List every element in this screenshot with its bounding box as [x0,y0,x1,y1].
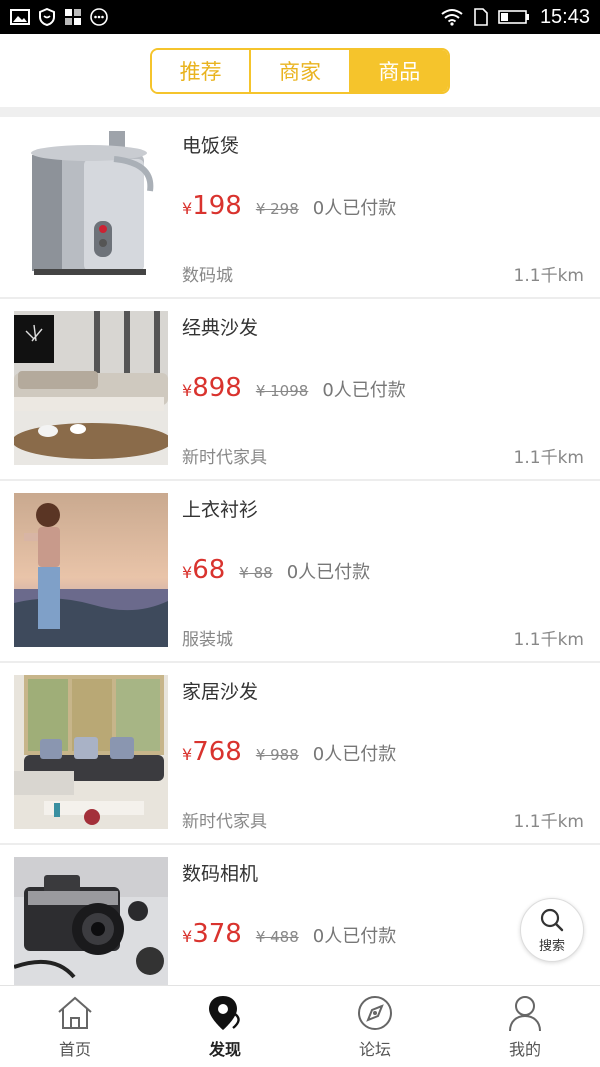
original-price: ¥ 298 [255,200,299,218]
product-price: 378 [192,919,242,949]
tab-home[interactable]: 首页 [0,986,150,1067]
product-name: 上衣衬衫 [182,499,259,521]
original-price: ¥ 88 [239,564,273,582]
tab-mine-label: 我的 [508,1039,541,1059]
paid-count: 0人已付款 [312,744,397,765]
product-item[interactable]: 数码相机 ¥ 378 ¥ 488 0人已付款 [0,845,600,985]
product-name: 经典沙发 [182,317,259,339]
currency-symbol: ¥ [182,199,193,218]
shield-icon [39,8,55,26]
product-price: 898 [192,373,242,403]
product-price: 198 [192,191,242,221]
paid-count: 0人已付款 [286,562,371,583]
tab-forum-label: 论坛 [358,1039,391,1059]
product-price: 68 [192,555,226,585]
shop-name: 新时代家具 [182,812,267,832]
tab-forum[interactable]: 论坛 [300,986,450,1067]
floating-search-button[interactable]: 搜索 [520,898,584,962]
more-icon [90,8,108,26]
segment-products[interactable]: 商品 [348,50,448,92]
currency-symbol: ¥ [182,745,193,764]
shop-name: 服装城 [182,630,233,650]
status-bar: 15:43 [0,0,600,34]
product-image [14,675,168,829]
original-price: ¥ 988 [255,746,299,764]
search-icon [540,908,564,931]
paid-count: 0人已付款 [312,198,397,219]
wifi-icon [441,9,463,26]
section-divider [0,107,600,117]
distance: 1.1千km [513,448,584,468]
product-name: 数码相机 [182,863,259,885]
product-name: 家居沙发 [182,681,259,703]
price-row: ¥ 68 ¥ 88 0人已付款 [182,555,370,585]
product-price: 768 [192,737,242,767]
status-time: 15:43 [539,5,590,28]
paid-count: 0人已付款 [322,380,406,401]
original-price: ¥ 1098 [255,382,309,400]
apps-icon [65,9,81,25]
currency-symbol: ¥ [182,563,193,582]
distance: 1.1千km [513,812,584,832]
product-item[interactable]: 电饭煲 ¥ 198 ¥ 298 0人已付款 数码城 1.1千km [0,117,600,299]
product-image [14,493,168,647]
compass-icon [358,995,392,1030]
floating-search-label: 搜索 [538,938,565,954]
user-icon [509,995,541,1031]
tab-mine[interactable]: 我的 [450,986,600,1067]
home-icon [58,996,92,1029]
tab-home-label: 首页 [58,1039,91,1059]
currency-symbol: ¥ [182,927,193,946]
product-item[interactable]: 经典沙发 ¥ 898 ¥ 1098 0人已付款 新时代家具 1.1千km [0,299,600,481]
sim-icon [474,8,488,26]
status-icons-left [10,8,108,26]
shop-name: 数码城 [182,266,233,286]
product-item[interactable]: 上衣衬衫 ¥ 68 ¥ 88 0人已付款 服装城 1.1千km [0,481,600,663]
original-price: ¥ 488 [255,928,299,946]
bottom-tab-bar: 首页 发现 论坛 我的 [0,985,600,1067]
segment-control: 推荐 商家 商品 [150,48,450,94]
shop-name: 新时代家具 [182,448,267,468]
tab-discover[interactable]: 发现 [150,986,300,1067]
segment-recommend[interactable]: 推荐 [152,50,250,92]
product-image [14,129,168,283]
price-row: ¥ 898 ¥ 1098 0人已付款 [182,373,406,403]
currency-symbol: ¥ [182,381,193,400]
product-image [14,311,168,465]
segment-merchants[interactable]: 商家 [249,50,349,92]
gallery-icon [10,9,30,25]
status-icons-right: 15:43 [440,6,590,29]
price-row: ¥ 198 ¥ 298 0人已付款 [182,191,396,221]
battery-icon [498,10,529,24]
product-item[interactable]: 家居沙发 ¥ 768 ¥ 988 0人已付款 新时代家具 1.1千km [0,663,600,845]
distance: 1.1千km [513,266,584,286]
price-row: ¥ 378 ¥ 488 0人已付款 [182,919,396,949]
distance: 1.1千km [513,630,584,650]
price-row: ¥ 768 ¥ 988 0人已付款 [182,737,396,767]
tab-discover-label: 发现 [208,1039,241,1059]
product-list[interactable]: 电饭煲 ¥ 198 ¥ 298 0人已付款 数码城 1.1千km 经典沙发 ¥ … [0,117,600,985]
product-image [14,857,168,985]
location-pin-icon [209,995,240,1030]
product-name: 电饭煲 [182,135,240,157]
paid-count: 0人已付款 [312,926,397,947]
